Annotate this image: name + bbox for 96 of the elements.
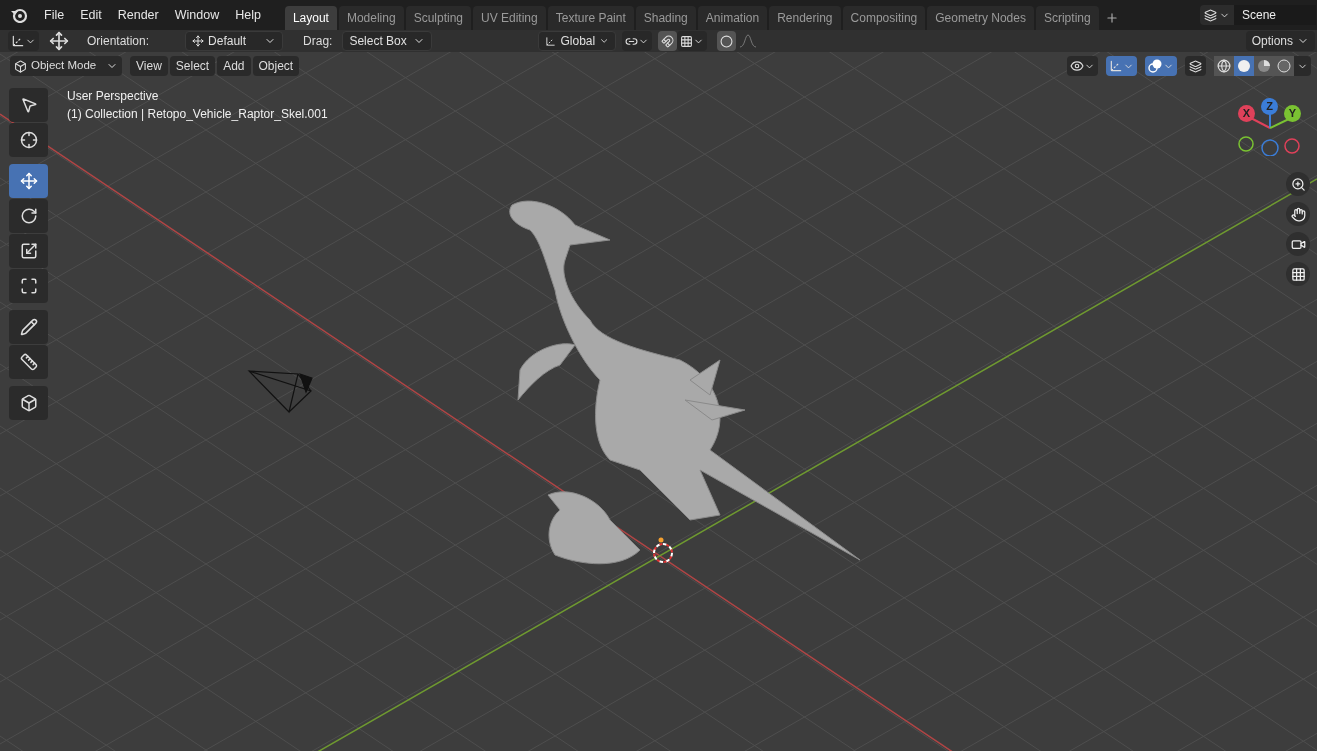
options-dropdown[interactable]: Options [1245, 31, 1315, 51]
visibility-dropdown[interactable] [1067, 56, 1098, 76]
axes-icon [545, 34, 557, 48]
object-info-text: (1) Collection | Retopo_Vehicle_Raptor_Skel.001 [67, 106, 328, 123]
tool-button[interactable] [9, 386, 48, 420]
navigation-button[interactable] [1286, 202, 1310, 226]
app-logo-icon[interactable] [10, 7, 28, 23]
snap-grid-icon [680, 34, 694, 48]
falloff-curve-icon [738, 34, 759, 48]
shading-options-dropdown[interactable] [1294, 56, 1311, 76]
solid-sphere-icon [1237, 59, 1251, 73]
viewport-menu-item[interactable]: Select [169, 56, 216, 76]
navigation-button[interactable] [1286, 262, 1310, 286]
viewport-menu-item[interactable]: View [130, 56, 168, 76]
gizmo-toggle[interactable] [1106, 56, 1137, 76]
tool-settings-button[interactable] [8, 31, 39, 51]
workspace-tab[interactable]: Animation [697, 6, 768, 30]
zoom-icon [1290, 176, 1306, 192]
tool-button[interactable] [9, 164, 48, 198]
viewport-menu-item[interactable]: Add [217, 56, 251, 76]
workspace-tab[interactable]: Modeling [338, 6, 404, 30]
negative-y-handle[interactable] [1238, 136, 1254, 152]
workspace-tab[interactable]: UV Editing [473, 6, 546, 30]
workspace-tab[interactable]: Layout [284, 6, 337, 30]
axis-handle[interactable]: Z [1261, 98, 1278, 115]
eye-icon [1070, 59, 1084, 73]
tool-button[interactable] [9, 234, 48, 268]
shading-mode-button[interactable] [1254, 56, 1274, 76]
pivot-icon [192, 35, 205, 47]
view-name-text: User Perspective [67, 88, 160, 105]
plus-icon [1104, 11, 1119, 25]
shading-mode-button[interactable] [1214, 56, 1234, 76]
cursor-icon [19, 131, 38, 149]
ruler-icon [19, 353, 38, 371]
viewport-menu-item[interactable]: Object [252, 56, 300, 76]
drag-dropdown[interactable]: Select Box [342, 31, 433, 51]
snap-toggle[interactable] [658, 31, 678, 51]
scene-selector-button[interactable] [1200, 5, 1234, 25]
wireframe-icon [1217, 59, 1231, 73]
menu-item[interactable]: Render [109, 5, 167, 25]
rotate-icon [19, 207, 38, 225]
negative-x-handle[interactable] [1284, 138, 1300, 154]
xray-toggle[interactable] [1185, 56, 1206, 76]
menu-item[interactable]: Window [166, 5, 228, 25]
cube-icon [19, 394, 38, 412]
transform-orientation-dropdown[interactable]: Global [538, 31, 617, 51]
navigation-button[interactable] [1286, 232, 1310, 256]
drag-label: Drag: [303, 33, 333, 50]
tool-button[interactable] [9, 88, 48, 122]
tool-axis-icon [11, 34, 25, 48]
overlays-toggle[interactable] [1145, 56, 1177, 76]
circle-icon [720, 34, 734, 48]
workspace-tab[interactable]: Texture Paint [547, 6, 634, 30]
move-icon [19, 172, 38, 190]
navigation-button[interactable] [1286, 172, 1310, 196]
scene-name-field[interactable]: Scene [1234, 5, 1316, 25]
shading-mode-button[interactable] [1274, 56, 1294, 76]
tool-button[interactable] [9, 310, 48, 344]
mode-dropdown[interactable]: Object Mode [10, 56, 122, 76]
tool-button[interactable] [9, 269, 48, 303]
pivot-dropdown[interactable] [622, 31, 653, 51]
overlay-circles-icon [1148, 59, 1163, 73]
proportional-edit-toggle[interactable] [717, 31, 737, 51]
menu-item[interactable]: File [36, 5, 73, 25]
shading-mode-button[interactable] [1234, 56, 1254, 76]
select-box-icon [19, 96, 38, 114]
tool-button[interactable] [9, 199, 48, 233]
workspace-tab[interactable]: Sculpting [405, 6, 471, 30]
material-sphere-icon [1257, 59, 1271, 73]
axis-handle[interactable]: X [1238, 105, 1255, 122]
menu-item[interactable]: Help [227, 5, 269, 25]
scale-icon [19, 242, 38, 260]
negative-z-handle[interactable] [1261, 139, 1279, 156]
transform-icon [19, 277, 38, 295]
tool-button[interactable] [9, 123, 48, 157]
object-mode-icon [14, 59, 27, 73]
orientation-label: Orientation: [87, 33, 150, 50]
orientation-dropdown[interactable]: Default [185, 31, 284, 51]
workspace-tab[interactable]: Shading [635, 6, 696, 30]
move-icon [49, 31, 69, 51]
tool-button[interactable] [9, 345, 48, 379]
perspective-grid-icon [1290, 266, 1306, 282]
pencil-icon [19, 318, 38, 336]
snap-target-dropdown[interactable] [677, 31, 708, 51]
magnet-icon [661, 34, 675, 48]
rendered-sphere-icon [1277, 59, 1291, 73]
axis-handle[interactable]: Y [1284, 105, 1301, 122]
hand-icon [1290, 206, 1306, 222]
workspace-tab[interactable]: Compositing [842, 6, 926, 30]
menu-item[interactable]: Edit [72, 5, 110, 25]
gizmo-icon [1109, 59, 1123, 73]
workspace-tab[interactable]: Geometry Nodes [927, 6, 1034, 30]
camera-drawing [248, 370, 313, 413]
workspace-tab[interactable]: Rendering [769, 6, 841, 30]
workspace-tab[interactable]: Scripting [1035, 6, 1099, 30]
3d-cursor-icon [653, 537, 673, 563]
